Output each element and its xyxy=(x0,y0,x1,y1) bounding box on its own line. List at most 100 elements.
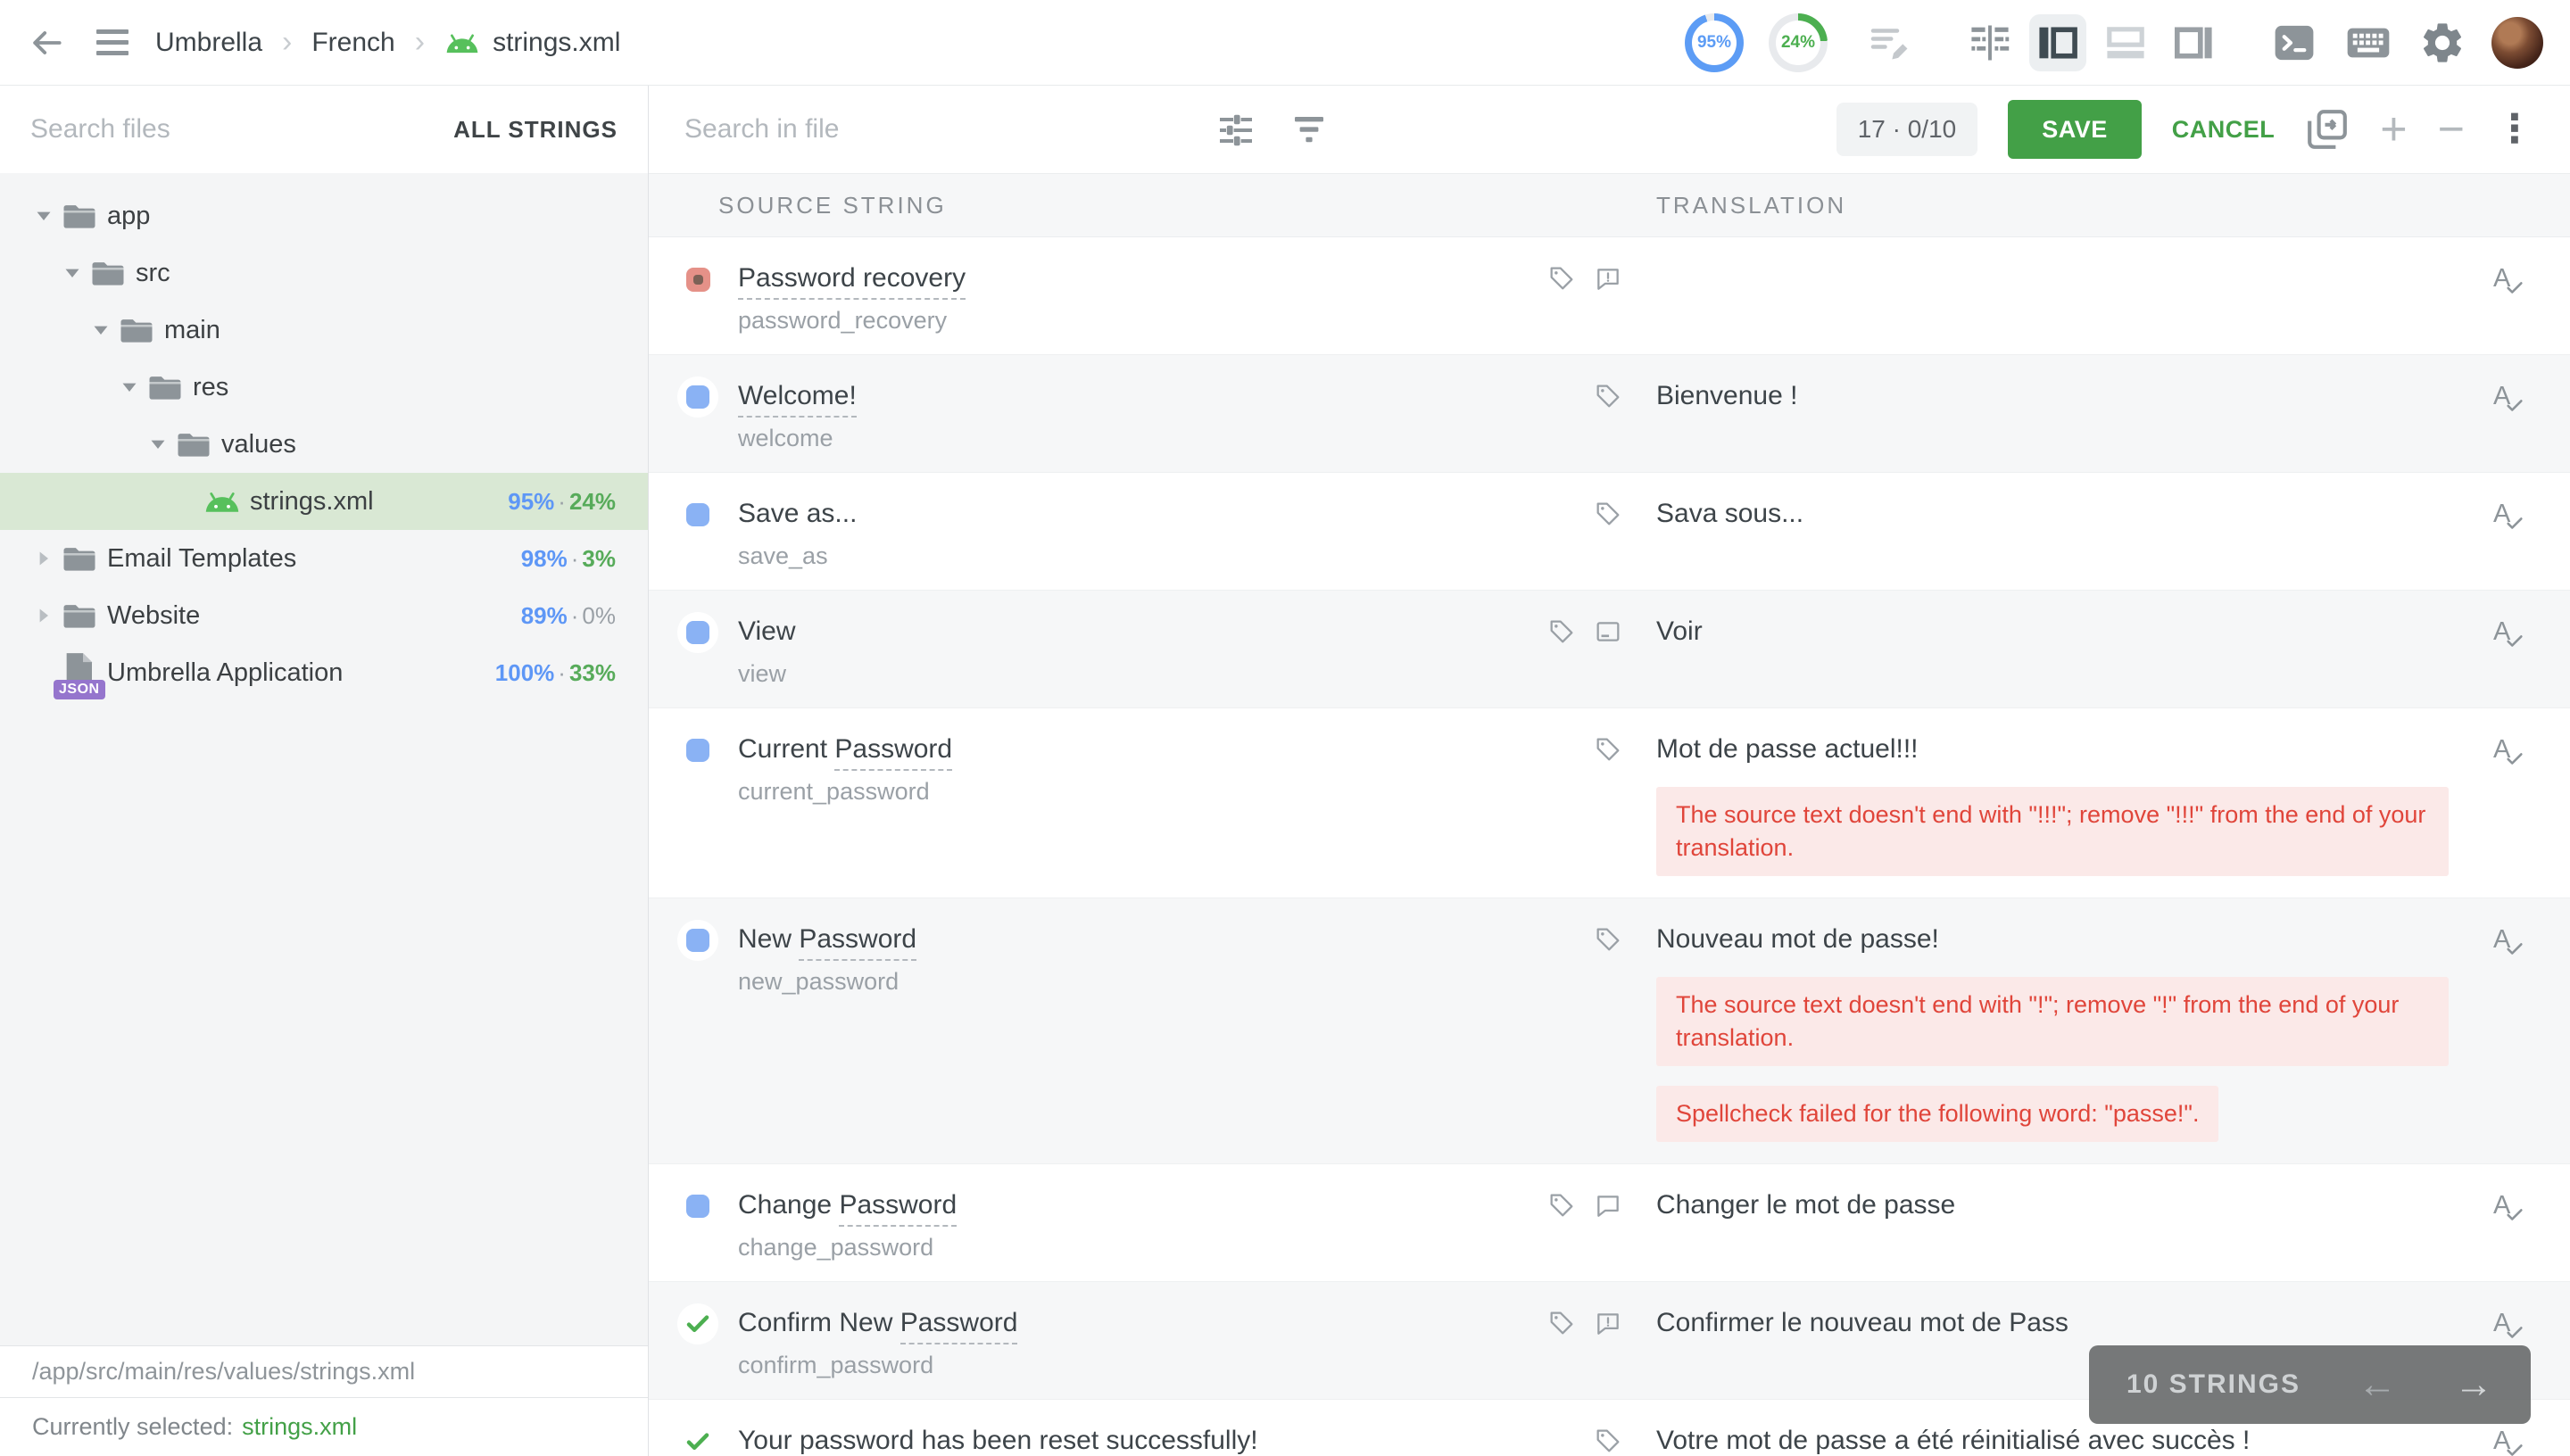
comment-icon[interactable] xyxy=(1594,1191,1622,1220)
json-file-icon: JSON xyxy=(61,649,100,696)
table-row[interactable]: New Passwordnew_passwordNouveau mot de p… xyxy=(649,898,2570,1164)
translated-progress-ring[interactable]: 95% xyxy=(1685,13,1744,72)
proofread-icon[interactable]: A xyxy=(2493,1191,2510,1220)
tune-filters-icon[interactable] xyxy=(1215,108,1257,151)
expander-open-icon[interactable] xyxy=(92,321,110,339)
avatar[interactable] xyxy=(2491,17,2543,69)
table-row[interactable]: Save as...save_asSava sous...A xyxy=(649,473,2570,591)
bottom-panel-view-icon[interactable] xyxy=(2097,14,2154,71)
tree-item-strings-xml[interactable]: strings.xml95%·24% xyxy=(0,473,648,530)
tag-icon[interactable] xyxy=(1547,264,1576,293)
expander-closed-icon[interactable] xyxy=(35,607,53,625)
expander-open-icon[interactable] xyxy=(63,264,81,282)
tag-icon[interactable] xyxy=(1547,617,1576,646)
translation-text: Bienvenue ! xyxy=(1656,378,2449,414)
settings-gear-icon[interactable] xyxy=(2418,19,2466,67)
zoom-in-icon[interactable]: + xyxy=(2380,106,2407,153)
screenshot-icon[interactable] xyxy=(1594,617,1622,646)
glossary-term: Welcome! xyxy=(738,381,857,418)
proofread-icon[interactable]: A xyxy=(2493,617,2510,647)
folder-icon xyxy=(61,542,98,575)
table-row[interactable]: ViewviewVoirA xyxy=(649,591,2570,708)
save-button[interactable]: SAVE xyxy=(2008,100,2142,159)
source-string-text: Current Password xyxy=(738,732,1487,767)
side-by-side-view-icon[interactable] xyxy=(2029,14,2086,71)
expander-closed-icon[interactable] xyxy=(35,550,53,567)
expander-open-icon[interactable] xyxy=(35,207,53,225)
string-key: welcome xyxy=(738,425,1487,452)
keyboard-icon[interactable] xyxy=(2343,18,2393,68)
search-in-file-input[interactable] xyxy=(684,114,1184,145)
search-files-input[interactable] xyxy=(30,114,444,145)
currently-selected-file-link[interactable]: strings.xml xyxy=(242,1413,357,1441)
source-string-text: Confirm New Password xyxy=(738,1305,1487,1341)
table-row[interactable]: Current Passwordcurrent_passwordMot de p… xyxy=(649,708,2570,898)
proofread-icon[interactable]: A xyxy=(2493,735,2510,765)
back-icon[interactable] xyxy=(27,23,66,62)
status-untranslated-icon xyxy=(686,1195,709,1218)
tree-item-label: Website xyxy=(107,601,200,631)
breadcrumb-project[interactable]: Umbrella xyxy=(155,28,262,58)
tag-icon[interactable] xyxy=(1547,1309,1576,1337)
glossary-term: reset xyxy=(1039,1426,1098,1456)
editor-toolbar: 17 · 0/10 SAVE CANCEL + − ⋮ xyxy=(649,86,2570,173)
tag-icon[interactable] xyxy=(1594,500,1622,528)
edit-notes-icon[interactable] xyxy=(1865,19,1913,67)
terminal-icon[interactable] xyxy=(2270,19,2318,67)
proofread-icon[interactable]: A xyxy=(2493,382,2510,411)
source-string-text: Password recovery xyxy=(738,261,1487,296)
tree-item-values[interactable]: values xyxy=(0,416,648,473)
table-row[interactable]: Password recovery password_recovery A xyxy=(649,237,2570,355)
tag-icon[interactable] xyxy=(1594,735,1622,764)
translation-text: Nouveau mot de passe! xyxy=(1656,922,2449,957)
comfortable-view-icon[interactable] xyxy=(1961,14,2019,71)
cancel-button[interactable]: CANCEL xyxy=(2172,116,2276,144)
string-key: save_as xyxy=(738,542,1487,570)
more-options-icon[interactable]: ⋮ xyxy=(2495,110,2534,149)
folder-icon xyxy=(89,257,127,289)
tree-item-src[interactable]: src xyxy=(0,244,648,302)
next-page-icon[interactable]: → xyxy=(2454,1365,2493,1404)
proofread-icon[interactable]: A xyxy=(2493,264,2510,294)
status-untranslated-icon xyxy=(686,621,709,644)
proofread-icon[interactable]: A xyxy=(2493,1427,2510,1456)
breadcrumb-language[interactable]: French xyxy=(311,28,394,58)
right-panel-view-icon[interactable] xyxy=(2165,14,2222,71)
tag-icon[interactable] xyxy=(1547,1191,1576,1220)
proofread-icon[interactable]: A xyxy=(2493,1309,2510,1338)
issue-comment-icon[interactable] xyxy=(1594,264,1622,293)
tree-item-res[interactable]: res xyxy=(0,359,648,416)
glossary-term: password xyxy=(800,1426,914,1456)
all-strings-button[interactable]: ALL STRINGS xyxy=(453,116,618,144)
tree-item-label: Email Templates xyxy=(107,544,296,574)
previous-page-icon[interactable]: ← xyxy=(2358,1365,2397,1404)
table-row[interactable]: Change Passwordchange_passwordChanger le… xyxy=(649,1164,2570,1282)
tag-icon[interactable] xyxy=(1594,925,1622,954)
copy-source-icon[interactable] xyxy=(2305,107,2350,152)
tree-item-email-templates[interactable]: Email Templates98%·3% xyxy=(0,530,648,587)
status-untranslated-icon xyxy=(686,929,709,952)
tree-item-website[interactable]: Website89%·0% xyxy=(0,587,648,644)
filter-icon[interactable] xyxy=(1288,108,1331,151)
menu-icon[interactable] xyxy=(96,29,128,55)
tree-item-label: app xyxy=(107,202,150,231)
glossary-term: Password xyxy=(799,924,916,961)
tree-item-app[interactable]: app xyxy=(0,187,648,244)
zoom-out-icon[interactable]: − xyxy=(2438,106,2465,153)
expander-open-icon[interactable] xyxy=(120,378,138,396)
status-approved-icon xyxy=(684,1310,712,1338)
table-row[interactable]: Welcome! welcome Bienvenue ! A xyxy=(649,355,2570,473)
breadcrumb-file[interactable]: strings.xml xyxy=(444,28,620,58)
translation-text: Changer le mot de passe xyxy=(1656,1187,2449,1223)
tree-item-main[interactable]: main xyxy=(0,302,648,359)
tag-icon[interactable] xyxy=(1594,1427,1622,1455)
tree-item-umbrella-application[interactable]: JSONUmbrella Application100%·33% xyxy=(0,644,648,701)
string-key: password_recovery xyxy=(738,307,1487,335)
proofread-icon[interactable]: A xyxy=(2493,925,2510,955)
issue-comment-icon[interactable] xyxy=(1594,1309,1622,1337)
approved-progress-ring[interactable]: 24% xyxy=(1769,13,1828,72)
tag-icon[interactable] xyxy=(1594,382,1622,410)
source-column-header: SOURCE STRING xyxy=(718,192,1505,219)
expander-open-icon[interactable] xyxy=(149,435,167,453)
proofread-icon[interactable]: A xyxy=(2493,500,2510,529)
